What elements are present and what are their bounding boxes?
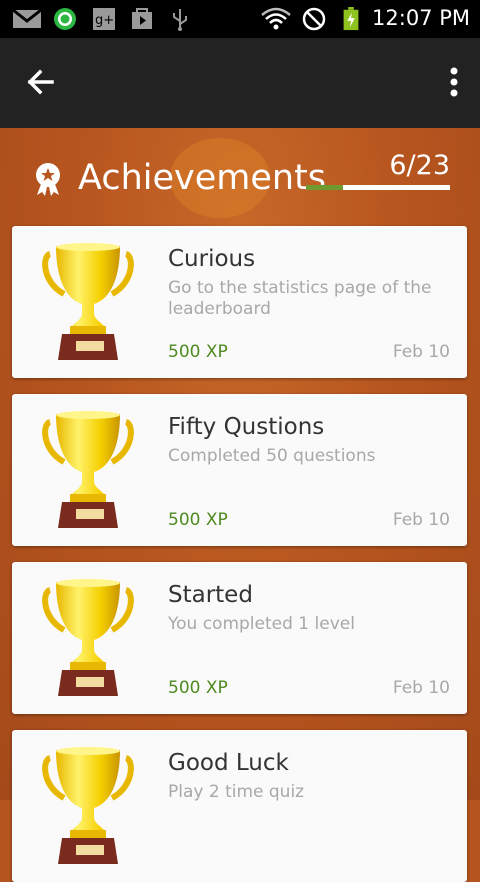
clock: 12:07 PM [372, 6, 470, 30]
trophy-icon [42, 746, 134, 868]
achievement-title: Good Luck [168, 750, 289, 776]
svg-text:g+: g+ [95, 13, 114, 28]
overflow-menu-icon[interactable] [442, 62, 466, 106]
achievement-description: Completed 50 questions [168, 446, 376, 466]
action-bar [0, 38, 480, 128]
achievement-card[interactable]: Good Luck Play 2 time quiz [12, 730, 467, 882]
achievement-description: You completed 1 level [168, 614, 355, 634]
achievement-xp: 500 XP [168, 342, 228, 362]
achievement-date: Feb 10 [392, 342, 450, 362]
achievements-header: Achievements 6/23 [0, 128, 480, 218]
trophy-icon [42, 578, 134, 700]
achievement-xp: 500 XP [168, 510, 228, 530]
trophy-icon [42, 410, 134, 532]
google-plus-icon: g+ [93, 8, 115, 30]
achievement-date: Feb 10 [392, 678, 450, 698]
award-ribbon-icon [36, 163, 60, 196]
achievement-count: 6/23 [389, 150, 450, 181]
gmail-icon [12, 8, 42, 28]
battery-charging-icon [343, 7, 359, 31]
do-not-disturb-icon [302, 7, 326, 31]
achievement-xp: 500 XP [168, 678, 228, 698]
achievement-progress-fill [306, 185, 344, 190]
achievement-card[interactable]: Curious Go to the statistics page of the… [12, 226, 467, 378]
arrow-left-icon[interactable] [22, 62, 62, 102]
trophy-icon [42, 242, 134, 364]
achievement-progress [306, 185, 450, 190]
page-title: Achievements [78, 158, 327, 198]
status-bar: g+ 12:07 PM [0, 0, 480, 38]
achievement-title: Fifty Qustions [168, 414, 325, 440]
achievement-title: Started [168, 582, 253, 608]
achievement-card[interactable]: Started You completed 1 level 500 XP Feb… [12, 562, 467, 714]
achievement-card[interactable]: Fifty Qustions Completed 50 questions 50… [12, 394, 467, 546]
achievement-title: Curious [168, 246, 256, 272]
whatsapp-icon [54, 8, 76, 30]
achievement-description: Go to the statistics page of the leaderb… [168, 278, 432, 319]
achievement-date: Feb 10 [392, 510, 450, 530]
wifi-icon [261, 7, 291, 30]
play-store-icon [132, 8, 152, 29]
usb-icon [173, 9, 187, 31]
